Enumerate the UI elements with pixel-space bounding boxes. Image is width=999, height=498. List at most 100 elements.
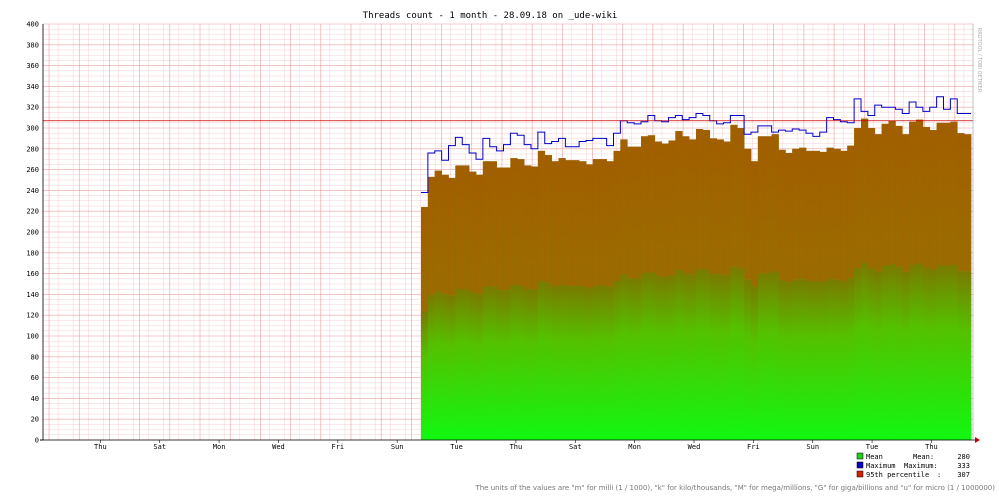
p95-cap [888,120,896,265]
x-tick-label: Thu [925,443,938,451]
p95-cap [881,123,889,267]
mean-bar-lower [434,291,442,440]
legend-label-95th: 95th percentile [866,471,929,479]
p95-cap [476,174,484,295]
p95-cap [696,129,704,269]
mean-bar-lower [792,279,800,440]
mean-bar-lower [922,267,931,440]
mean-bar-lower [696,268,704,440]
p95-cap [854,128,862,269]
y-tick-label: 240 [26,187,39,195]
p95-cap [489,161,497,287]
mean-bar-lower [517,285,525,440]
x-tick-label: Wed [688,443,701,451]
p95-cap [771,134,779,272]
y-tick-label: 200 [26,229,39,237]
y-tick-label: 140 [26,291,39,299]
mean-bar-lower [427,295,436,440]
p95-cap [462,165,470,289]
p95-cap [537,150,546,281]
mean-bar-lower [730,266,738,440]
threads-chart: 0204060801001201401601802002202402602803… [0,0,999,498]
mean-bar-lower [496,290,504,440]
mean-bar-lower [599,285,607,440]
mean-bar-lower [929,269,937,440]
p95-cap [517,159,525,286]
mean-bar-lower [668,275,676,440]
p95-cap [689,139,697,275]
mean-bar-lower [689,274,697,440]
legend-stat-mean: Mean: [913,453,934,461]
mean-bar-lower [723,275,731,440]
x-tick-label: Thu [94,443,107,451]
mean-bar-lower [537,280,546,440]
p95-cap [936,122,944,266]
mean-bar-lower [620,274,628,440]
mean-bar-lower [654,275,662,440]
p95-cap [785,152,793,283]
x-tick-label: Wed [272,443,285,451]
y-tick-label: 160 [26,270,39,278]
x-tick-label: Sun [391,443,404,451]
legend-stat-95th: : [937,471,941,479]
p95-cap [799,147,807,280]
mean-bar-lower [916,263,924,440]
p95-cap [812,150,821,281]
p95-cap [668,140,676,276]
p95-cap [895,125,903,268]
mean-bar-lower [469,292,477,440]
mean-bar-lower [799,279,807,440]
p95-cap [950,121,958,265]
chart-frame: 0 20 40 60 80 100 120 140 160 180 200 220 240 260 280 3… [0,0,999,498]
p95-cap [902,134,910,272]
p95-cap [654,141,662,276]
p95-cap [496,167,504,291]
p95-cap [579,161,587,287]
p95-cap [647,135,656,273]
mean-bar-lower [751,286,759,440]
legend-swatch-95th [856,470,864,478]
y-tick-label: 360 [26,62,39,70]
p95-cap [421,207,429,312]
p95-cap [826,147,834,280]
p95-cap [469,171,477,293]
mean-bar-lower [902,271,910,440]
p95-cap [730,124,738,267]
x-tick-label: Fri [331,443,344,451]
p95-cap [751,161,759,287]
p95-cap [702,130,711,270]
p95-cap [737,128,745,269]
p95-cap [572,160,580,287]
mean-bar-lower [909,264,917,440]
mean-bar-lower [531,289,539,440]
mean-bar-lower [579,286,587,440]
p95-cap [757,136,766,273]
y-tick-label: 0 [35,437,39,445]
legend-stat-maximum: Maximum: [904,462,938,470]
y-tick-label: 220 [26,208,39,216]
mean-bar-lower [462,288,470,440]
p95-cap [929,130,937,270]
mean-bar-lower [888,264,896,440]
p95-cap [531,166,539,290]
mean-bar-lower [510,284,518,440]
mean-bar-lower [771,271,779,440]
p95-cap [744,148,752,280]
mean-bar-lower [613,280,621,440]
mean-bar-lower [592,285,601,440]
p95-cap [641,136,649,273]
mean-bar-lower [936,265,944,440]
p95-cap [441,174,449,295]
p95-cap [565,160,573,287]
legend-value-95th: 307 [957,471,970,479]
x-tick-label: Sat [569,443,582,451]
y-tick-label: 340 [26,83,39,91]
mean-bar-lower [476,294,484,440]
legend-swatch-maximum [856,461,864,469]
mean-bar-lower [675,270,683,440]
p95-cap [806,150,814,281]
p95-cap [874,134,882,272]
p95-cap [861,118,869,264]
y-tick-label: 80 [31,353,39,361]
mean-bar-lower [847,278,855,440]
